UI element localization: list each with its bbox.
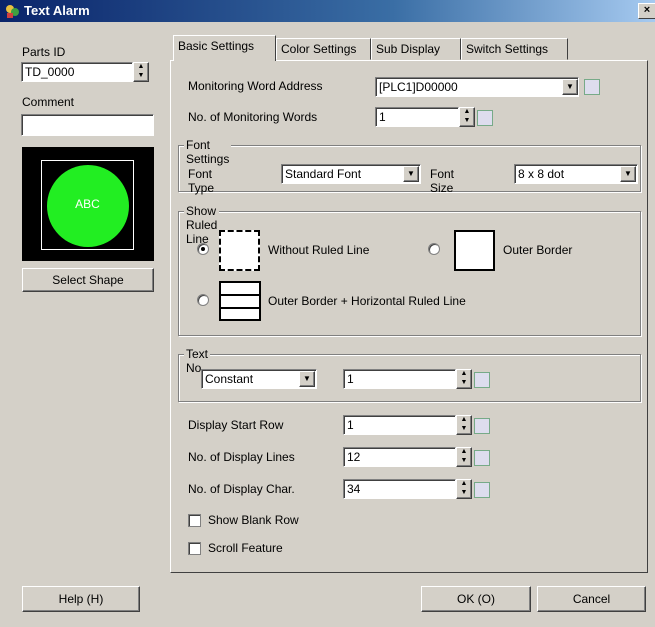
ruled-outer-label: Outer Border <box>503 243 573 257</box>
parts-id-label: Parts ID <box>22 45 66 59</box>
text-no-spinner[interactable]: ▲ ▼ <box>456 369 472 389</box>
tab-sub-display[interactable]: Sub Display <box>371 38 461 60</box>
text-no-keypad-icon[interactable] <box>474 372 490 388</box>
ruled-outer-horizontal-label: Outer Border + Horizontal Ruled Line <box>268 294 466 308</box>
title-bar[interactable] <box>0 0 655 22</box>
ruled-none-label: Without Ruled Line <box>268 243 370 257</box>
show-blank-row-label: Show Blank Row <box>208 513 299 527</box>
window-title: Text Alarm <box>24 3 90 18</box>
outer-horizontal-ruled-icon <box>219 281 261 321</box>
ruled-outer-horizontal-radio[interactable] <box>197 294 209 306</box>
monitor-address-field[interactable]: [PLC1]D00000 <box>375 77 579 97</box>
ruled-outer-radio[interactable] <box>428 243 440 255</box>
num-chars-label: No. of Display Char. <box>188 482 295 496</box>
font-settings-label: Font Settings <box>184 138 232 166</box>
preview-text: ABC <box>75 197 100 211</box>
outer-border-icon <box>454 230 495 271</box>
address-input-icon[interactable] <box>584 79 600 95</box>
font-size-label: Font Size <box>430 167 455 195</box>
monitor-address-dropdown[interactable]: ▼ <box>562 79 578 95</box>
cancel-button[interactable]: Cancel <box>537 586 646 612</box>
start-row-spinner[interactable]: ▲ ▼ <box>456 415 472 435</box>
show-blank-row-checkbox[interactable] <box>188 514 201 527</box>
parts-id-field[interactable]: TD_0000 <box>21 62 133 82</box>
monitor-address-label: Monitoring Word Address <box>188 79 323 93</box>
num-words-field[interactable]: 1 <box>375 107 459 127</box>
text-no-field[interactable]: 1 <box>343 369 456 389</box>
num-words-spinner[interactable]: ▲ ▼ <box>459 107 475 127</box>
num-words-keypad-icon[interactable] <box>477 110 493 126</box>
num-lines-field[interactable]: 12 <box>343 447 456 467</box>
close-button[interactable]: × <box>638 3 655 19</box>
start-row-label: Display Start Row <box>188 418 284 432</box>
scroll-feature-checkbox[interactable] <box>188 542 201 555</box>
num-words-label: No. of Monitoring Words <box>188 110 318 124</box>
font-size-dropdown[interactable]: ▼ <box>620 166 636 182</box>
comment-label: Comment <box>22 95 75 109</box>
parts-id-spinner[interactable]: ▲ ▼ <box>133 62 149 82</box>
ruled-line-label: Show Ruled Line <box>184 204 220 246</box>
font-type-label: Font Type <box>188 167 215 195</box>
num-chars-keypad-icon[interactable] <box>474 482 490 498</box>
scroll-feature-label: Scroll Feature <box>208 541 283 555</box>
num-chars-spinner[interactable]: ▲ ▼ <box>456 479 472 499</box>
font-type-select[interactable]: Standard Font <box>281 164 421 184</box>
app-icon <box>6 5 19 18</box>
num-lines-keypad-icon[interactable] <box>474 450 490 466</box>
select-shape-button[interactable]: Select Shape <box>22 268 154 292</box>
num-chars-field[interactable]: 34 <box>343 479 456 499</box>
text-no-mode-dropdown[interactable]: ▼ <box>299 371 315 387</box>
start-row-keypad-icon[interactable] <box>474 418 490 434</box>
font-type-dropdown[interactable]: ▼ <box>403 166 419 182</box>
shape-preview: ABC <box>22 147 154 261</box>
tab-color-settings[interactable]: Color Settings <box>276 38 371 60</box>
start-row-field[interactable]: 1 <box>343 415 456 435</box>
tab-basic-settings[interactable]: Basic Settings <box>173 35 276 61</box>
num-lines-spinner[interactable]: ▲ ▼ <box>456 447 472 467</box>
tab-switch-settings[interactable]: Switch Settings <box>461 38 568 60</box>
ok-button[interactable]: OK (O) <box>421 586 531 612</box>
comment-field[interactable] <box>21 114 154 136</box>
no-ruled-line-icon <box>219 230 260 271</box>
help-button[interactable]: Help (H) <box>22 586 140 612</box>
ruled-none-radio[interactable] <box>197 243 209 255</box>
num-lines-label: No. of Display Lines <box>188 450 295 464</box>
